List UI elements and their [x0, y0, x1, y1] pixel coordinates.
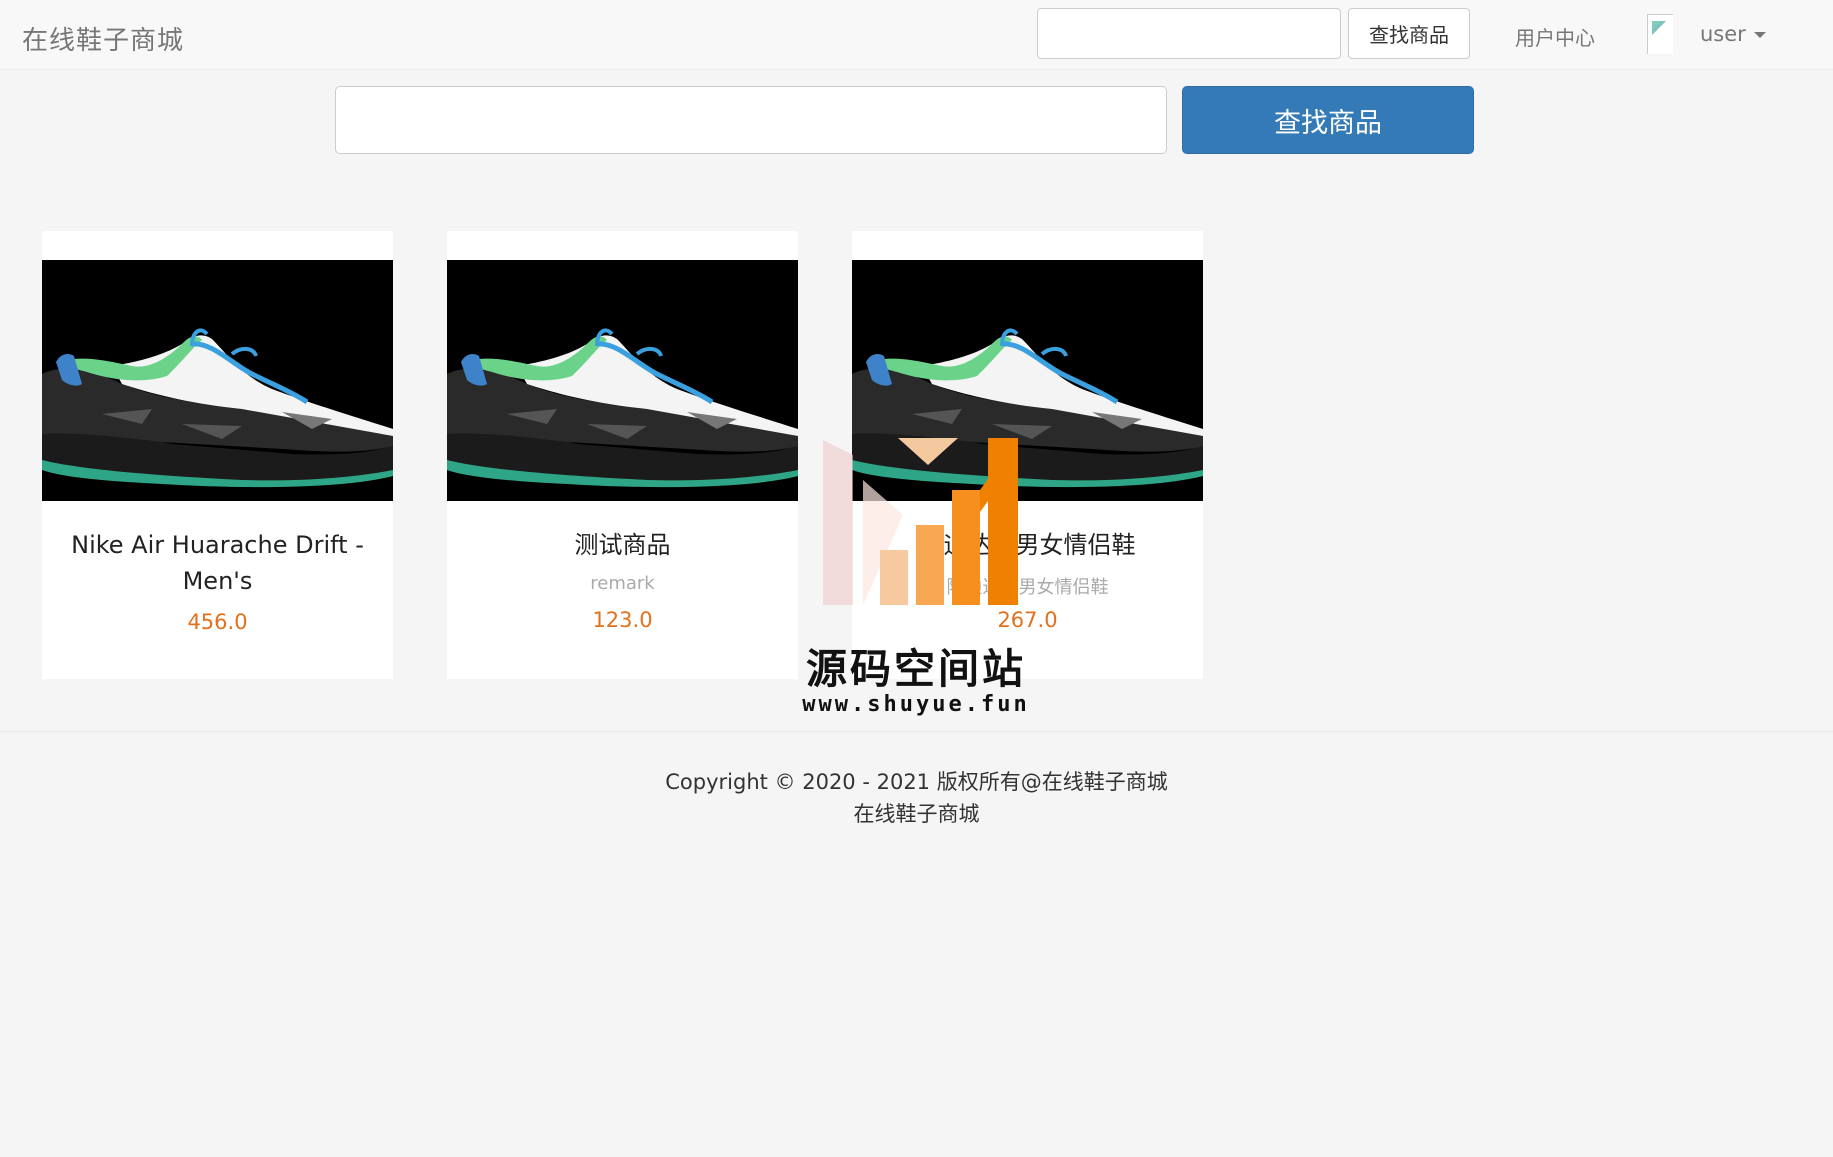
product-name[interactable]: Nike Air Huarache Drift - Men's [42, 527, 393, 599]
footer-site-name: 在线鞋子商城 [853, 802, 980, 826]
product-card[interactable]: Nike Air Huarache Drift - Men's 456.0 [42, 231, 393, 679]
product-remark: 阿迪达斯男女情侣鞋 [946, 577, 1109, 598]
footer-divider [0, 731, 1833, 732]
nav-search-button[interactable]: 查找商品 [1348, 8, 1470, 59]
user-name: user [1700, 22, 1746, 46]
avatar-broken-image-icon[interactable] [1647, 14, 1673, 54]
main-search-input[interactable] [335, 86, 1167, 154]
footer-copyright: Copyright © 2020 - 2021 版权所有@在线鞋子商城 [665, 770, 1168, 794]
product-price: 267.0 [997, 608, 1058, 632]
product-name[interactable]: 阿迪达斯男女情侣鞋 [852, 527, 1203, 563]
product-card[interactable]: 阿迪达斯男女情侣鞋 阿迪达斯男女情侣鞋 267.0 [852, 231, 1203, 679]
product-price: 456.0 [187, 610, 248, 634]
product-remark: remark [590, 573, 655, 594]
user-dropdown[interactable]: user [1700, 22, 1766, 46]
watermark-url: www.shuyue.fun [802, 692, 1030, 717]
product-image[interactable] [447, 260, 798, 501]
product-image[interactable] [852, 260, 1203, 501]
product-card[interactable]: 测试商品 remark 123.0 [447, 231, 798, 679]
top-navbar: 在线鞋子商城 查找商品 用户中心 user [0, 0, 1833, 70]
product-price: 123.0 [592, 608, 653, 632]
product-name[interactable]: 测试商品 [447, 527, 798, 563]
product-image[interactable] [42, 260, 393, 501]
brand-link[interactable]: 在线鞋子商城 [22, 20, 184, 57]
nav-search-input[interactable] [1037, 8, 1341, 59]
main-search-button[interactable]: 查找商品 [1182, 86, 1474, 154]
user-center-link[interactable]: 用户中心 [1515, 22, 1595, 51]
caret-down-icon [1753, 32, 1766, 38]
